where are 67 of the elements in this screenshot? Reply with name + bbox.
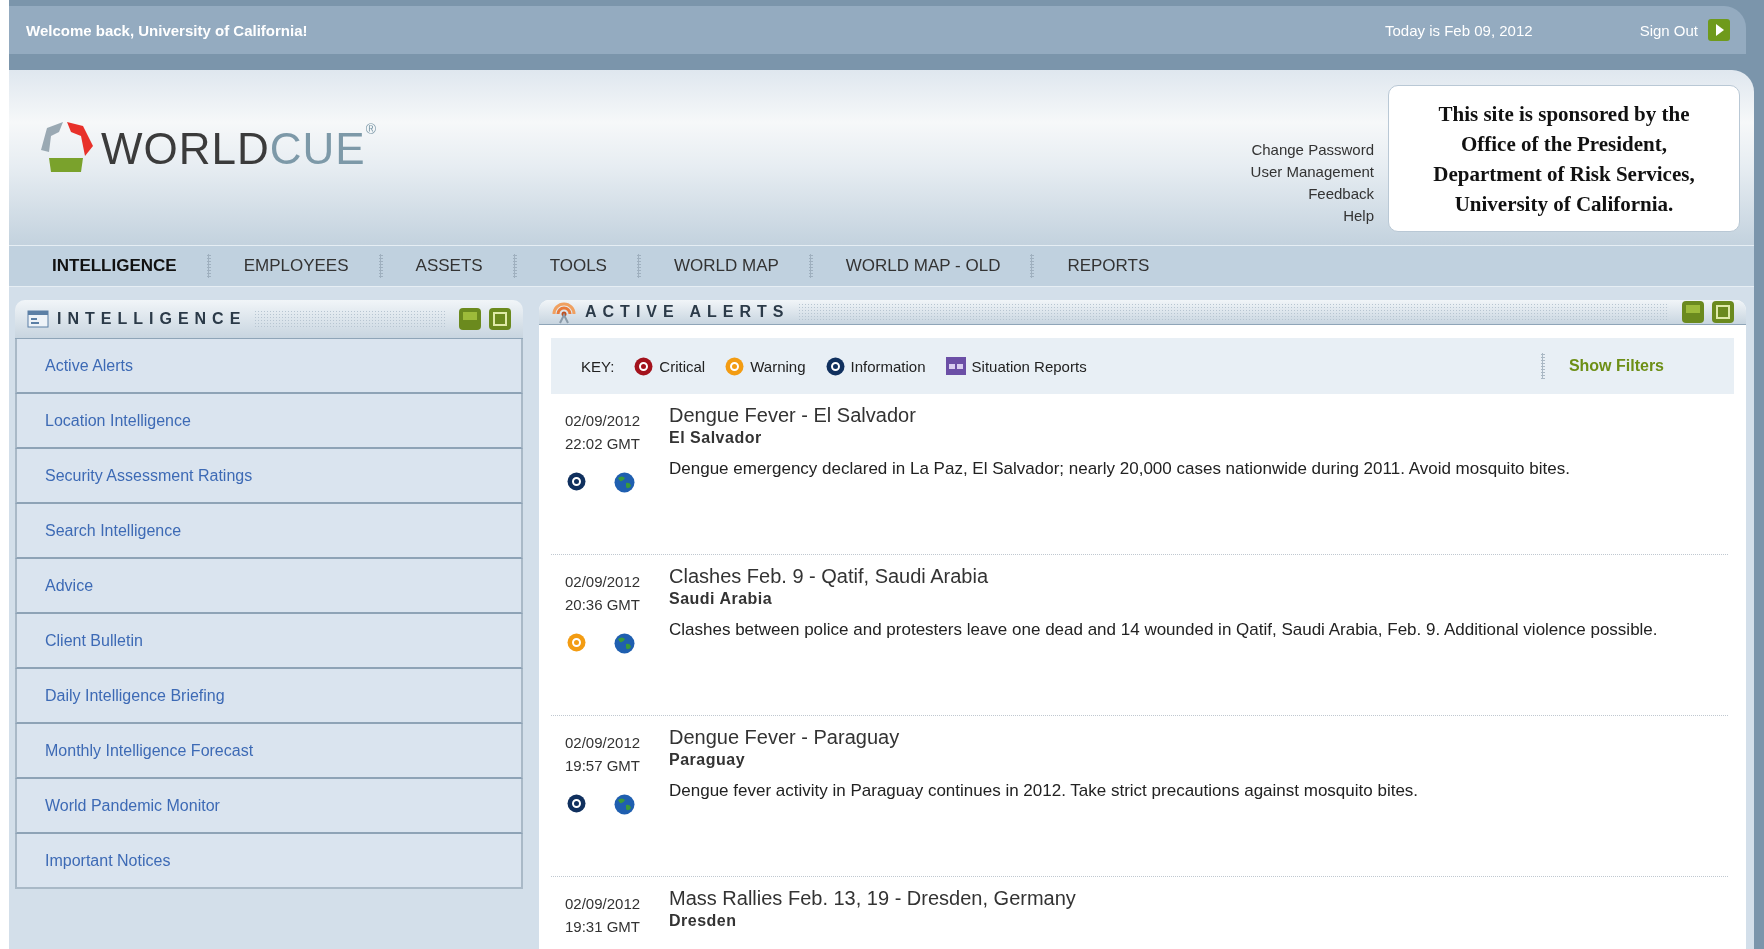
sidebar-item[interactable]: World Pandemic Monitor <box>15 779 523 834</box>
globe-icon[interactable] <box>614 794 635 815</box>
nav-tab[interactable]: REPORTS <box>1057 256 1180 276</box>
account-link[interactable]: Feedback <box>1308 185 1374 203</box>
alert-title[interactable]: Clashes Feb. 9 - Qatif, Saudi Arabia <box>669 565 1728 588</box>
information-icon <box>825 356 845 376</box>
maximize-icon[interactable] <box>1712 301 1734 323</box>
list-icon <box>27 310 49 328</box>
sponsor-notice: This site is sponsored by the Office of the President, Department of Risk Services, University of California. <box>1388 85 1740 232</box>
alert-text: Clashes between police and protesters leave one dead and 14 wounded in Qatif, Saudi Arabia, Feb. 9. Additional violence possible. <box>669 619 1659 641</box>
nav-tab[interactable]: WORLD MAP - OLD <box>835 256 1031 276</box>
nav-tab[interactable]: INTELLIGENCE <box>42 256 207 276</box>
report-icon <box>945 357 966 375</box>
alert-time: 19:57 GMT <box>565 757 642 774</box>
alert-date: 02/09/2012 <box>565 734 642 751</box>
key-item: Critical <box>659 357 706 375</box>
alert-time: 19:31 GMT <box>565 918 642 935</box>
account-link[interactable]: Change Password <box>1251 141 1374 159</box>
information-icon <box>567 794 586 813</box>
sidebar-item[interactable]: Client Bulletin <box>15 614 523 669</box>
alert-title[interactable]: Mass Rallies Feb. 13, 19 - Dresden, Germany <box>669 887 1728 910</box>
alert-title[interactable]: Dengue Fever - El Salvador <box>669 404 1728 427</box>
information-icon <box>567 472 586 491</box>
globe-icon[interactable] <box>614 472 635 493</box>
alert-location: El Salvador <box>669 429 763 447</box>
alert-date: 02/09/2012 <box>565 573 642 590</box>
nav-tab[interactable]: TOOLS <box>539 256 637 276</box>
alert-text: Dengue fever activity in Paraguay continues in 2012. Take strict precautions against mosquito bites. <box>669 780 1420 802</box>
date-text: Today is Feb 09, 2012 <box>1385 21 1533 39</box>
panel-title: INTELLIGENCE <box>57 310 247 328</box>
alert-location: Dresden <box>669 912 738 930</box>
alert-time: 20:36 GMT <box>565 596 642 613</box>
warning-icon <box>725 356 745 376</box>
logo-text: WORLDCUE$^{®}$ <box>101 121 377 175</box>
sidebar-item[interactable]: Advice <box>15 559 523 614</box>
account-link[interactable]: User Management <box>1250 163 1374 181</box>
alert-location: Saudi Arabia <box>669 590 774 608</box>
minimize-icon[interactable] <box>459 308 481 330</box>
maximize-icon[interactable] <box>489 308 511 330</box>
nav-tab[interactable]: ASSETS <box>405 256 513 276</box>
minimize-icon[interactable] <box>1682 301 1704 323</box>
sidebar-item[interactable]: Monthly Intelligence Forecast <box>15 724 523 779</box>
sidebar-item[interactable]: Search Intelligence <box>15 504 523 559</box>
globe-icon[interactable] <box>614 633 635 654</box>
warning-icon <box>567 633 586 652</box>
key-item: Warning <box>750 357 806 375</box>
radar-icon <box>551 300 577 324</box>
alert-date: 02/09/2012 <box>565 412 642 429</box>
nav-tab[interactable]: WORLD MAP <box>663 256 809 276</box>
nav-tab[interactable]: EMPLOYEES <box>233 256 379 276</box>
welcome-text: Welcome back, University of California! <box>26 21 309 39</box>
key-item: Situation Reports <box>971 357 1087 375</box>
critical-icon <box>634 356 654 376</box>
sidebar-item[interactable]: Security Assessment Ratings <box>15 449 523 504</box>
sidebar-item[interactable]: Active Alerts <box>15 339 523 394</box>
sidebar-item[interactable]: Daily Intelligence Briefing <box>15 669 523 724</box>
key-label: KEY: <box>581 357 615 375</box>
panel-title: ACTIVE ALERTS <box>585 303 790 321</box>
sidebar-item[interactable]: Location Intelligence <box>15 394 523 449</box>
alert-date: 02/09/2012 <box>565 895 642 912</box>
sidebar-item[interactable]: Important Notices <box>15 834 523 887</box>
alert-text: Dengue emergency declared in La Paz, El Salvador; nearly 20,000 cases nationwide during 2011. Avoid mosquito bites. <box>669 458 1571 480</box>
account-link[interactable]: Help <box>1343 207 1374 225</box>
key-item: Information <box>850 357 926 375</box>
alert-time: 22:02 GMT <box>565 435 642 452</box>
alert-title[interactable]: Dengue Fever - Paraguay <box>669 726 1728 749</box>
alert-location: Paraguay <box>669 751 747 769</box>
